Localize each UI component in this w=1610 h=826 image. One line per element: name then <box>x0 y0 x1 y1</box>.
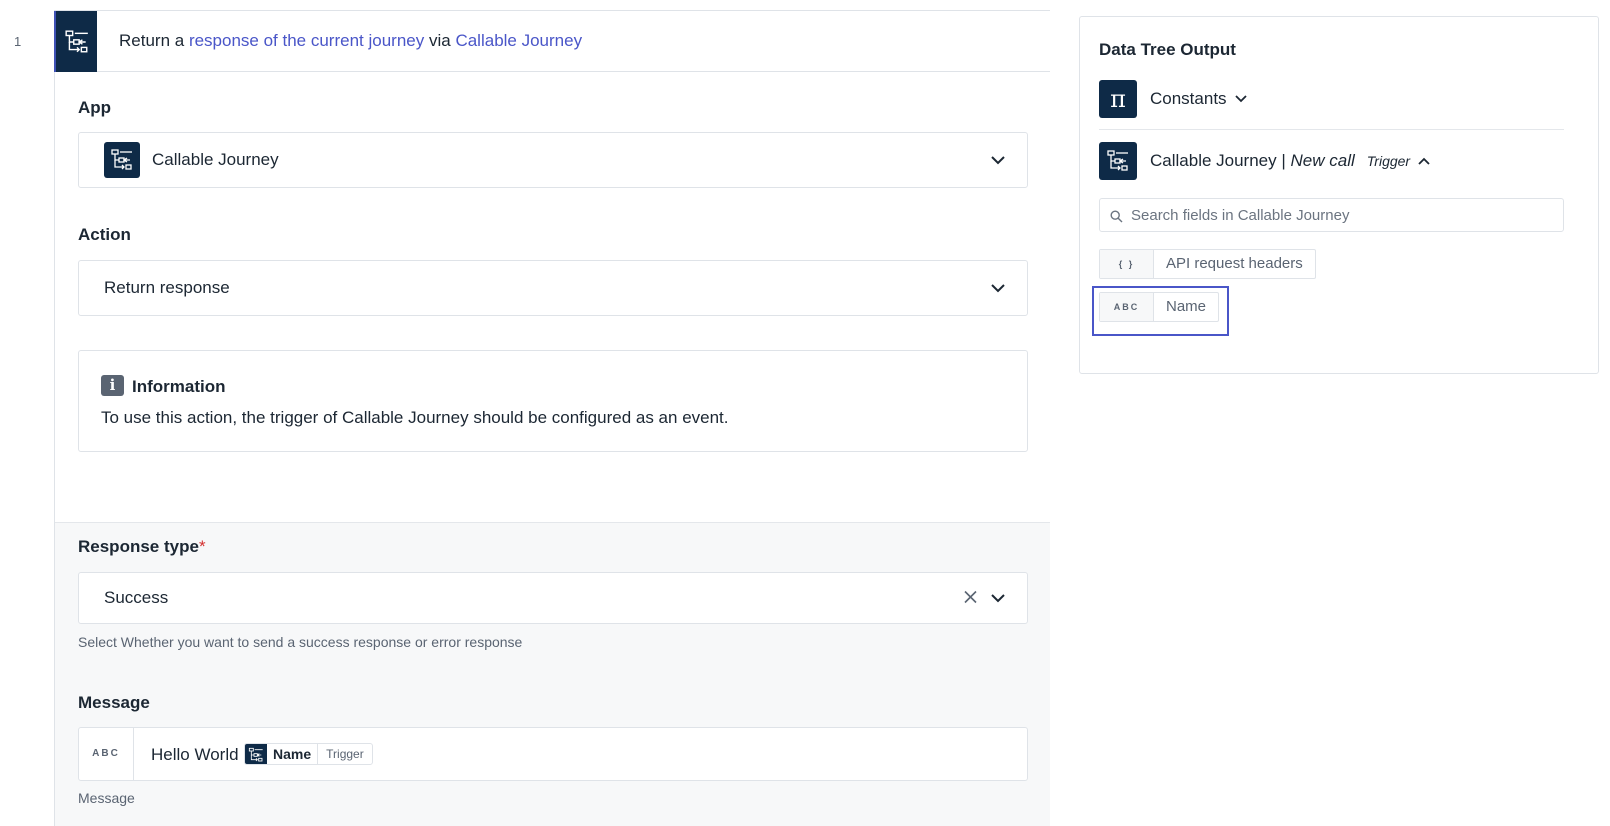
text-type-badge: ABC <box>79 728 134 780</box>
pill-source: Trigger <box>326 747 364 761</box>
source-kind: Trigger <box>1366 153 1411 169</box>
action-select[interactable]: Return response <box>78 260 1028 316</box>
callable-journey-icon <box>104 142 140 178</box>
app-select-value: Callable Journey <box>152 150 279 169</box>
step-card: Return a response of the current journey… <box>54 10 1050 826</box>
constants-row[interactable]: π Constants <box>1099 80 1247 118</box>
action-select-value: Return response <box>104 278 230 297</box>
app-select[interactable]: Callable Journey <box>78 132 1028 188</box>
divider <box>1099 129 1564 130</box>
clear-icon[interactable] <box>964 587 977 610</box>
callable-journey-icon <box>54 11 97 72</box>
response-type-label: Response type* <box>78 537 206 557</box>
chevron-down-icon[interactable] <box>991 588 1005 608</box>
message-text: Hello World <box>151 745 239 764</box>
response-section: Response type* Success Select Whether yo… <box>55 523 1050 826</box>
field-name: API request headers <box>1166 255 1303 272</box>
search-input[interactable] <box>1131 199 1551 231</box>
information-text: To use this action, the trigger of Calla… <box>101 408 729 427</box>
response-type-value: Success <box>104 588 169 607</box>
name-variable-pill[interactable]: Name Trigger <box>244 743 373 765</box>
step-title-action-link[interactable]: response of the current journey <box>189 31 424 50</box>
chevron-up-icon <box>1418 157 1430 165</box>
app-label: App <box>78 98 112 117</box>
field-api-request-headers[interactable]: { } API request headers <box>1099 249 1316 279</box>
step-title: Return a response of the current journey… <box>119 31 582 51</box>
field-search[interactable] <box>1099 198 1564 232</box>
step-header[interactable]: Return a response of the current journey… <box>54 10 1050 72</box>
info-icon: i <box>101 375 124 396</box>
callable-journey-row[interactable]: Callable Journey | New call Trigger <box>1099 142 1430 180</box>
required-mark: * <box>198 537 206 556</box>
chevron-down-icon <box>991 278 1005 298</box>
selection-highlight <box>1092 286 1229 336</box>
source-separator: | <box>1281 151 1286 170</box>
message-label: Message <box>78 693 150 712</box>
response-type-help: Select Whether you want to send a succes… <box>78 634 523 650</box>
object-type-badge: { } <box>1100 250 1154 278</box>
source-label: Callable Journey | New call <box>1150 151 1355 171</box>
action-label: Action <box>78 225 131 244</box>
step-number: 1 <box>14 34 22 49</box>
response-type-label-text: Response type <box>78 537 199 556</box>
message-help: Message <box>78 790 135 806</box>
data-tree-panel: Data Tree Output π Constants Callable Jo… <box>1079 16 1599 374</box>
message-field[interactable]: ABC Hello World Name Trigger <box>78 727 1028 781</box>
response-type-select[interactable]: Success <box>78 572 1028 624</box>
constants-label: Constants <box>1150 89 1227 108</box>
step-title-mid: via <box>428 31 451 50</box>
source-event: New call <box>1290 151 1355 170</box>
source-app: Callable Journey <box>1150 151 1277 170</box>
chevron-down-icon <box>991 150 1005 170</box>
pill-name: Name <box>267 744 319 764</box>
pi-icon: π <box>1099 80 1137 118</box>
step-title-app-link[interactable]: Callable Journey <box>455 31 582 50</box>
data-tree-title: Data Tree Output <box>1099 40 1236 59</box>
app-action-section: App Callable Journey Action Return respo… <box>55 72 1050 523</box>
information-title: Information <box>132 377 226 396</box>
callable-journey-icon <box>1099 142 1137 180</box>
chevron-down-icon <box>1234 95 1247 103</box>
step-title-prefix: Return a <box>119 31 185 50</box>
information-box: i Information To use this action, the tr… <box>78 350 1028 452</box>
callable-journey-icon <box>245 744 267 764</box>
search-icon <box>1110 208 1123 228</box>
